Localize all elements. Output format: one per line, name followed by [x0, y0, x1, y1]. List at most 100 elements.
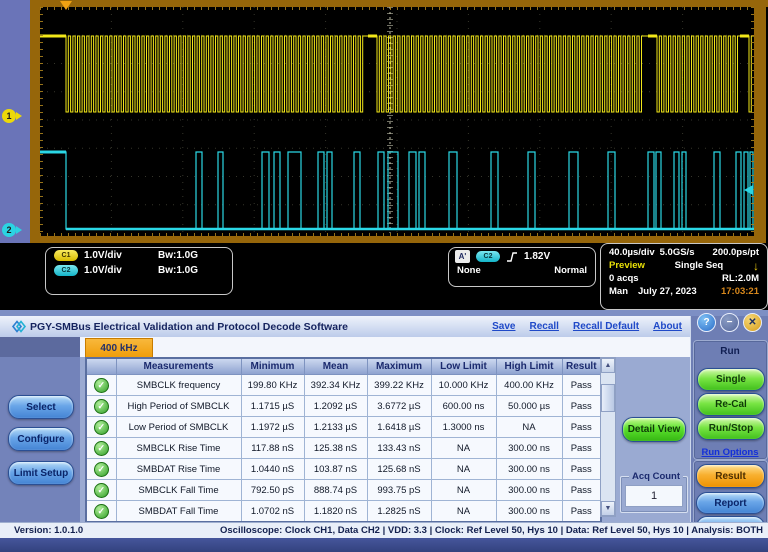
table-cell: 1.0440 nS: [241, 459, 304, 480]
table-cell: 50.000 µs: [496, 396, 562, 417]
column-header[interactable]: Minimum: [241, 358, 304, 375]
trigger-holdoff: None: [457, 265, 481, 276]
channel2-badge: C2: [54, 265, 78, 276]
channel1-marker-label: 1: [6, 111, 11, 121]
table-cell: 117.88 nS: [241, 438, 304, 459]
table-row[interactable]: ✓SMBCLK frequency199.80 KHz392.34 KHz399…: [86, 375, 601, 396]
table-scrollbar[interactable]: ▲ ▼: [600, 357, 616, 517]
result-button[interactable]: Result: [696, 464, 765, 488]
pgy-smbus-window: PGY-SMBus Electrical Validation and Prot…: [0, 310, 768, 552]
channel2-marker-label: 2: [6, 225, 11, 235]
acquisition-mode: Single Seq: [675, 260, 724, 271]
table-row[interactable]: ✓SMBDAT Rise Time1.0440 nS103.87 nS125.6…: [86, 459, 601, 480]
rising-edge-icon: [506, 250, 518, 263]
column-header[interactable]: Mean: [304, 358, 367, 375]
column-header[interactable]: Measurements: [116, 358, 241, 375]
table-cell: 199.80 KHz: [241, 375, 304, 396]
recall-default-link[interactable]: Recall Default: [573, 321, 639, 332]
clock-time: 17:03:21: [721, 286, 759, 297]
save-link[interactable]: Save: [492, 321, 515, 332]
table-header: MeasurementsMinimumMeanMaximumLow LimitH…: [86, 358, 601, 375]
channel2-marker[interactable]: 2: [2, 223, 16, 237]
table-row[interactable]: ✓Low Period of SMBCLK1.1972 µS1.2133 µS1…: [86, 417, 601, 438]
channel1-scale: 1.0V/div: [84, 250, 122, 261]
sample-rate: 5.0GS/s: [660, 247, 695, 258]
table-cell: 1.1972 µS: [241, 417, 304, 438]
table-cell: 400.00 KHz: [496, 375, 562, 396]
column-header[interactable]: High Limit: [496, 358, 562, 375]
run-panel: Run SingleRe-CalRun/Stop Run Options Res…: [690, 316, 768, 546]
table-row[interactable]: ✓High Period of SMBCLK1.1715 µS1.2092 µS…: [86, 396, 601, 417]
table-cell: Pass: [562, 396, 601, 417]
timebase-readout-box[interactable]: 40.0µs/div 5.0GS/s 200.0ps/pt Preview Si…: [600, 243, 768, 310]
horizontal-scale: 40.0µs/div: [609, 247, 655, 258]
recall-link[interactable]: Recall: [530, 321, 559, 332]
table-cell: 1.6418 µS: [367, 417, 431, 438]
run-options-link[interactable]: Run Options: [702, 447, 759, 458]
channel2-marker-arrow-icon: [16, 226, 22, 234]
table-cell: 1.3000 ns: [431, 417, 496, 438]
table-row[interactable]: ✓SMBDAT Fall Time1.0702 nS1.1820 nS1.282…: [86, 501, 601, 523]
channel-readout-box: C1 1.0V/div Bw:1.0G C2 1.0V/div Bw:1.0G: [45, 247, 233, 295]
column-header[interactable]: Result: [562, 358, 601, 375]
table-cell: 300.00 ns: [496, 438, 562, 459]
screen: 1 2 C1 1.0V/div Bw:1.0G C2 1.0V/div Bw:1…: [0, 0, 768, 552]
titlebar: PGY-SMBus Electrical Validation and Prot…: [0, 316, 768, 337]
minimize-button[interactable]: −: [720, 313, 739, 332]
status-column-header: [86, 358, 116, 375]
limit-setup-button[interactable]: Limit Setup: [8, 461, 74, 485]
table-row[interactable]: ✓SMBCLK Fall Time792.50 pS888.74 pS993.7…: [86, 480, 601, 501]
table-cell: 133.43 nS: [367, 438, 431, 459]
table-cell: SMBCLK frequency: [116, 375, 241, 396]
table-cell: 600.00 ns: [431, 396, 496, 417]
status-bar: Version: 1.0.1.0 Oscilloscope: Clock CH1…: [0, 522, 768, 539]
table-cell: 1.2092 µS: [304, 396, 367, 417]
measurement-table: MeasurementsMinimumMeanMaximumLow LimitH…: [85, 357, 602, 523]
scroll-up-button[interactable]: ▲: [601, 358, 615, 373]
help-button[interactable]: ?: [697, 313, 716, 332]
window-buttons: ? − ✕: [697, 313, 762, 332]
tab-400khz[interactable]: 400 kHz: [85, 338, 153, 358]
channel1-bandwidth: Bw:1.0G: [158, 250, 198, 261]
trigger-level-value: 1.82V: [524, 251, 550, 262]
trigger-position-icon[interactable]: [60, 1, 72, 10]
graticule-border-left: [30, 0, 40, 243]
trigger-readout-box[interactable]: A' C2 1.82V None Normal: [448, 247, 596, 287]
column-header[interactable]: Low Limit: [431, 358, 496, 375]
table-cell: SMBCLK Fall Time: [116, 480, 241, 501]
channel1-badge: C1: [54, 250, 78, 261]
tick-marks-top: [40, 7, 754, 10]
configure-button[interactable]: Configure: [8, 427, 74, 451]
oscilloscope-display: 1 2 C1 1.0V/div Bw:1.0G C2 1.0V/div Bw:1…: [0, 0, 768, 310]
about-link[interactable]: About: [653, 321, 682, 332]
detail-view-button[interactable]: Detail View: [622, 417, 686, 442]
channel2-scale: 1.0V/div: [84, 265, 122, 276]
acq-count-field[interactable]: 1: [625, 485, 683, 507]
table-row[interactable]: ✓SMBCLK Rise Time117.88 nS125.38 nS133.4…: [86, 438, 601, 459]
run-stop-button[interactable]: Run/Stop: [697, 417, 765, 440]
table-cell: 792.50 pS: [241, 480, 304, 501]
table-cell: NA: [431, 438, 496, 459]
report-button[interactable]: Report: [696, 492, 765, 514]
table-cell: NA: [431, 480, 496, 501]
table-cell: SMBDAT Rise Time: [116, 459, 241, 480]
trigger-level-arrow-icon[interactable]: [744, 185, 753, 195]
waveform-plot: [0, 0, 768, 243]
table-cell: 10.000 KHz: [431, 375, 496, 396]
channel2-readout[interactable]: C2 1.0V/div Bw:1.0G: [46, 263, 232, 278]
table-cell: 125.38 nS: [304, 438, 367, 459]
table-cell: 399.22 KHz: [367, 375, 431, 396]
close-button[interactable]: ✕: [743, 313, 762, 332]
channel1-marker[interactable]: 1: [2, 109, 16, 123]
table-cell: 1.2133 µS: [304, 417, 367, 438]
channel1-readout[interactable]: C1 1.0V/div Bw:1.0G: [46, 248, 232, 263]
single-button[interactable]: Single: [697, 368, 765, 391]
column-header[interactable]: Maximum: [367, 358, 431, 375]
run-section-label: Run: [691, 346, 768, 357]
scroll-down-button[interactable]: ▼: [601, 501, 615, 516]
scroll-thumb[interactable]: [601, 384, 615, 412]
select-button[interactable]: Select: [8, 395, 74, 419]
re-cal-button[interactable]: Re-Cal: [697, 393, 765, 416]
table-cell: 3.6772 µS: [367, 396, 431, 417]
version-label: Version: 1.0.1.0: [14, 525, 83, 536]
